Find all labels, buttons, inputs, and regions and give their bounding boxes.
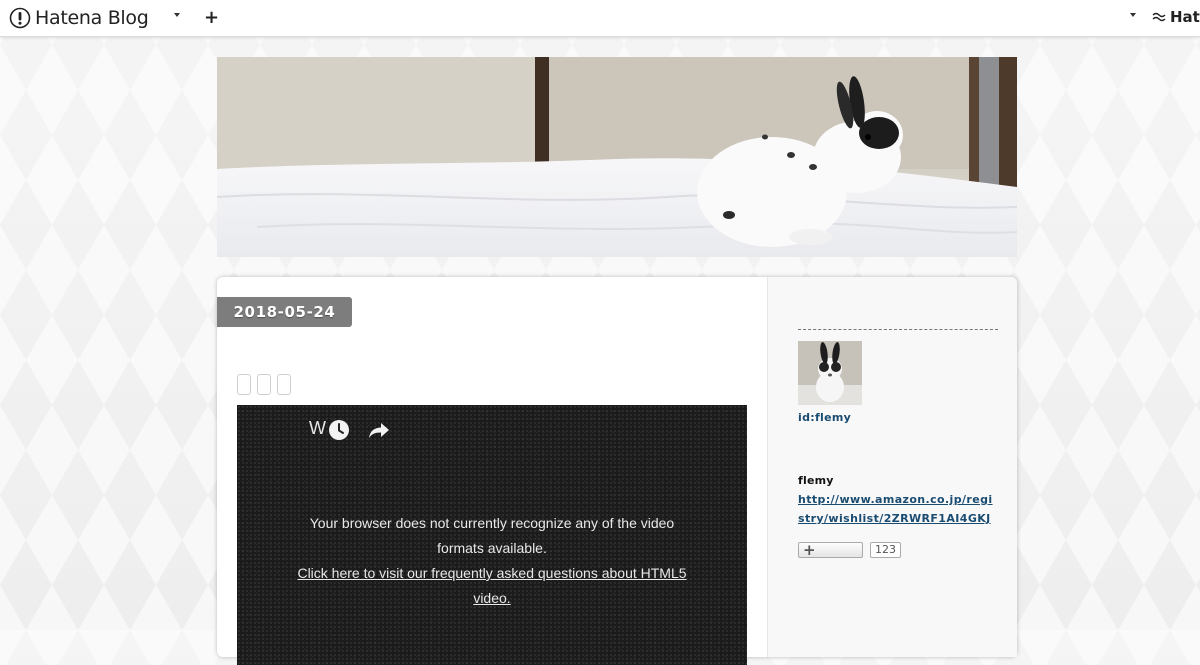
hatena-logo-icon <box>9 7 31 29</box>
hatena-wave-icon <box>1152 12 1166 22</box>
entry-date[interactable]: 2018-05-24 <box>217 297 352 327</box>
sidebar-divider <box>798 329 998 330</box>
profile-name: flemy <box>798 474 834 487</box>
blog-header-image[interactable] <box>217 57 1017 257</box>
share-button[interactable] <box>277 374 291 395</box>
hatena-blog-logo[interactable]: Hatena Blog <box>9 6 149 30</box>
add-entry-plus-icon[interactable]: + <box>204 8 219 28</box>
entry-column: 2018-05-24 W Your browser does not curre… <box>217 277 767 665</box>
clock-icon[interactable] <box>328 419 350 441</box>
profile-user-id[interactable]: id:flemy <box>798 411 851 424</box>
html5-faq-link[interactable]: Click here to visit our frequently asked… <box>297 565 686 606</box>
global-header: Hatena Blog + Hate <box>0 0 1200 37</box>
subscribe-button[interactable]: + <box>798 541 863 559</box>
subscriber-count[interactable]: 123 <box>870 542 901 558</box>
rabbit-avatar-image <box>798 341 862 405</box>
video-unsupported-text: Your browser does not currently recogniz… <box>309 515 675 556</box>
share-button[interactable] <box>237 374 251 395</box>
content-panel: 2018-05-24 W Your browser does not curre… <box>217 277 1017 665</box>
share-buttons <box>237 374 291 395</box>
embedded-video[interactable]: W Your browser does not currently recogn… <box>237 405 747 665</box>
brand-name: Hatena Blog <box>35 7 149 29</box>
profile-avatar[interactable] <box>798 341 862 405</box>
video-title: W <box>309 418 326 438</box>
video-error-message: Your browser does not currently recogniz… <box>287 511 697 611</box>
user-menu-caret-icon[interactable] <box>1130 13 1136 17</box>
hatena-brand-link[interactable]: Hate <box>1152 8 1200 26</box>
hatena-brand-text: Hate <box>1170 8 1200 26</box>
share-button[interactable] <box>257 374 271 395</box>
sidebar: id:flemy flemy http://www.amazon.co.jp/r… <box>767 277 1017 657</box>
share-icon[interactable] <box>368 420 390 440</box>
plus-icon: + <box>803 541 816 559</box>
wishlist-link[interactable]: http://www.amazon.co.jp/registry/wishlis… <box>798 490 998 528</box>
blog-menu-caret-icon[interactable] <box>174 13 180 17</box>
rabbit-banner-image <box>217 57 1017 257</box>
